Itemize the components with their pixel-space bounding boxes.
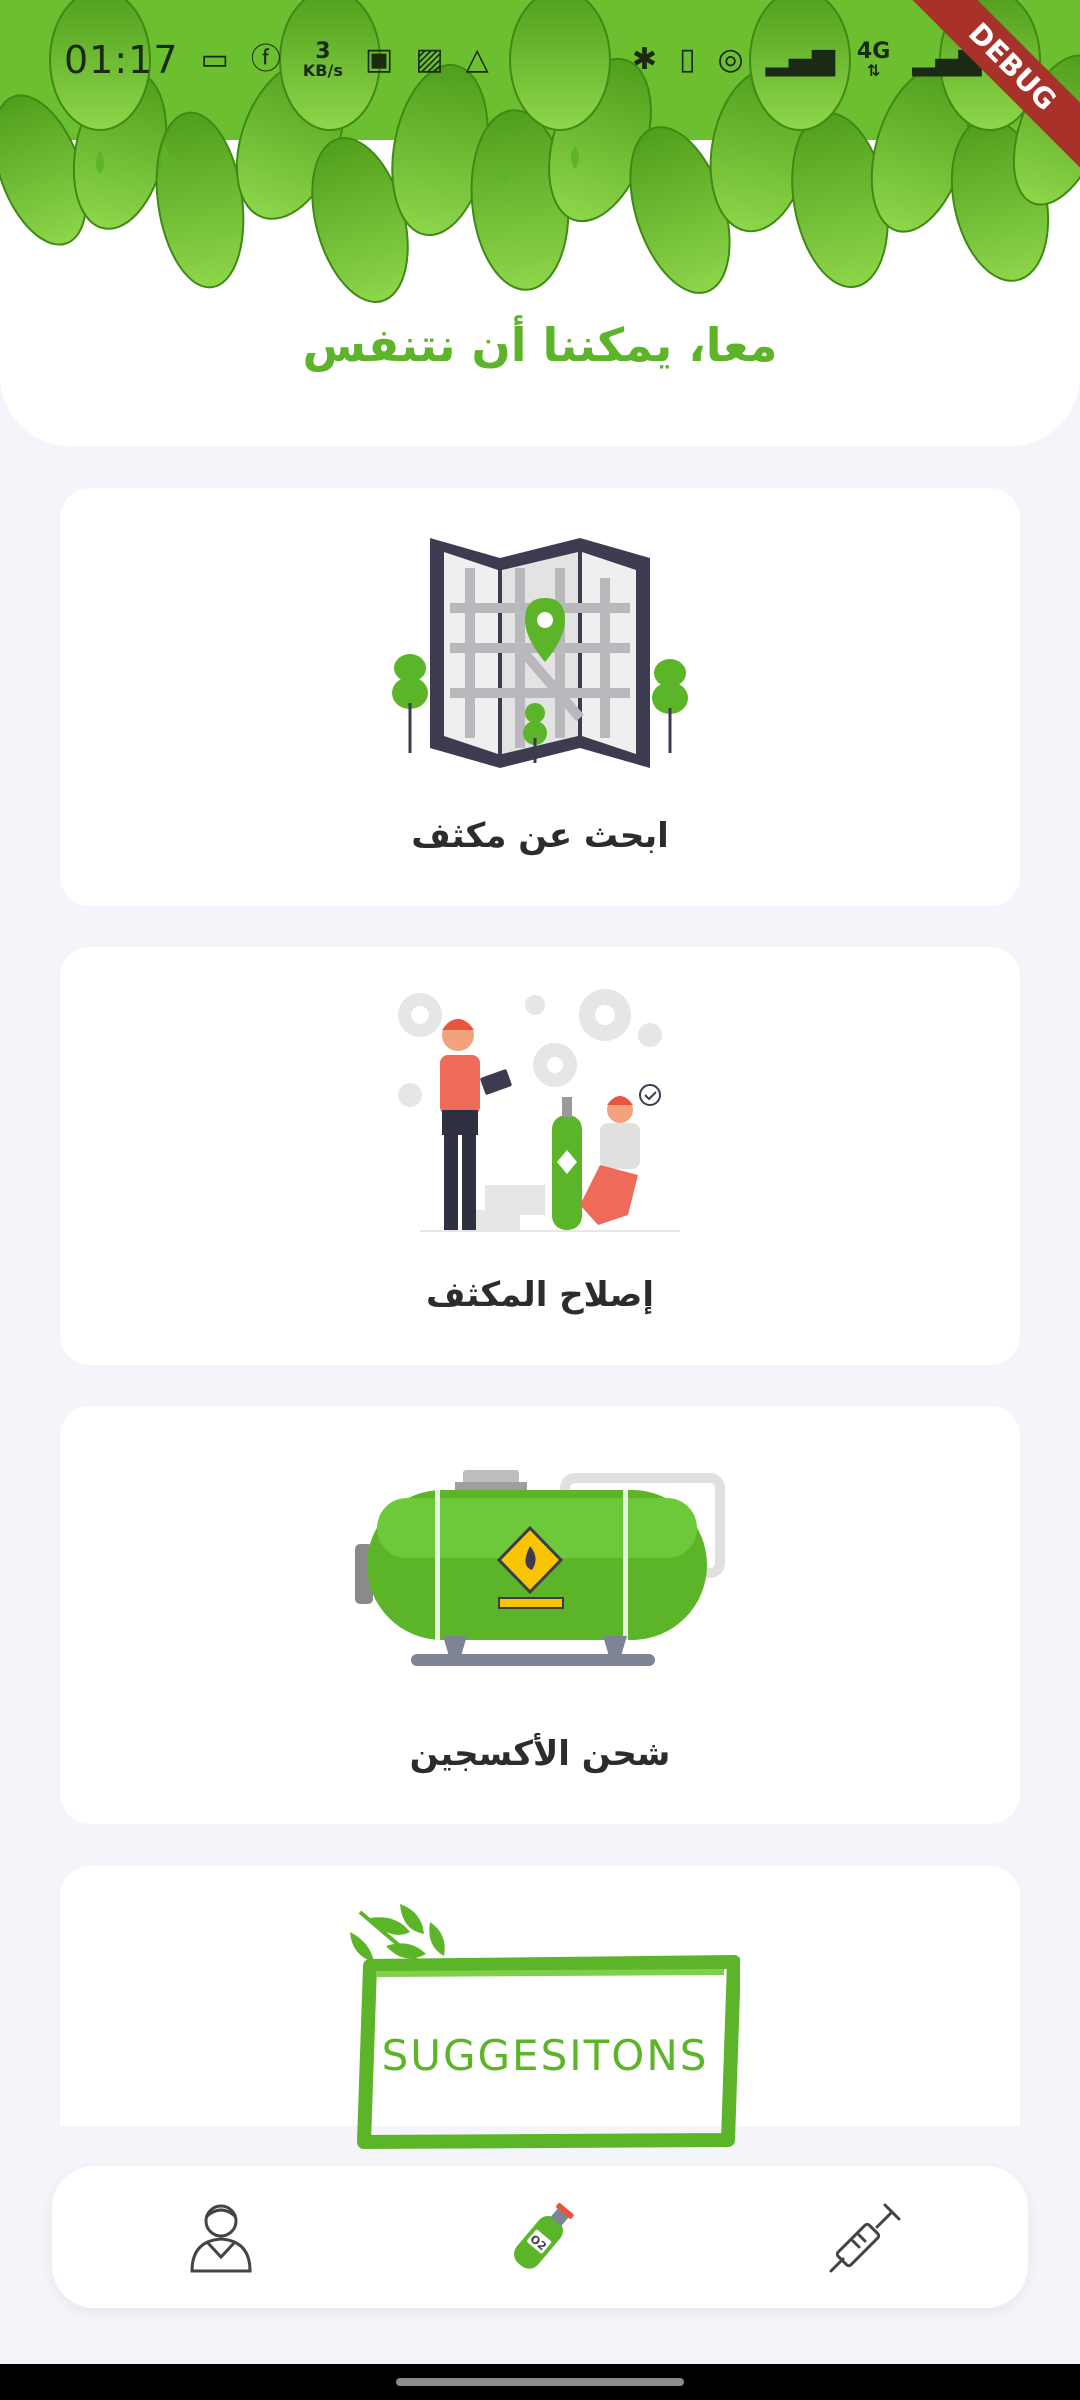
image-icon: ▨: [415, 42, 444, 77]
card-repair-concentrator[interactable]: إصلاح المكثف: [60, 947, 1020, 1365]
oxygen-tank-illustration: [355, 1470, 725, 1666]
app-root: 01:17 ▭ ⓕ 3 KB/s ▣ ▨ △ ✱ ▯ ◎ ▂▄▆ 4G ⇅ ▂▄…: [0, 0, 1080, 2400]
network-type: 4G ⇅: [857, 41, 890, 79]
drive-icon: △: [465, 42, 489, 77]
vibrate-icon: ▯: [678, 42, 696, 77]
repair-workers-illustration: [398, 989, 680, 1232]
card-suggestions[interactable]: SUGGESITONS: [60, 1866, 1020, 2149]
card-label-find: ابحث عن مكثف: [411, 816, 669, 856]
network-speed: 3 KB/s: [303, 41, 343, 79]
hotspot-icon: ◎: [717, 42, 744, 77]
map-pin-illustration: [392, 538, 688, 768]
suggestions-stamp: SUGGESITONS: [350, 1904, 740, 2149]
header: 01:17 ▭ ⓕ 3 KB/s ▣ ▨ △ ✱ ▯ ◎ ▂▄▆ 4G ⇅ ▂▄…: [0, 0, 1080, 446]
nav-profile-button[interactable]: [176, 2192, 266, 2282]
bottom-nav: O2: [52, 2166, 1028, 2308]
status-left: 01:17 ▭ ⓕ 3 KB/s ▣ ▨ △: [64, 38, 489, 82]
suggestions-text: SUGGESITONS: [382, 2031, 709, 2080]
status-bar: 01:17 ▭ ⓕ 3 KB/s ▣ ▨ △ ✱ ▯ ◎ ▂▄▆ 4G ⇅ ▂▄…: [0, 0, 1080, 120]
header-tagline: معا، يمكننا أن نتنفس: [302, 318, 778, 372]
card-label-oxygen: شحن الأكسجين: [409, 1734, 671, 1774]
network-speed-value: 3: [315, 39, 331, 64]
video-camera-icon: ▭: [200, 42, 229, 77]
facebook-icon: ⓕ: [250, 42, 281, 77]
network-type-label: 4G: [856, 39, 891, 64]
nav-oxygen-button[interactable]: O2: [498, 2192, 588, 2282]
app-notification-icon: ▣: [364, 42, 394, 77]
user-profile-icon: [190, 2204, 252, 2273]
bluetooth-icon: ✱: [631, 42, 657, 77]
status-time: 01:17: [64, 38, 179, 82]
card-label-repair: إصلاح المكثف: [425, 1275, 655, 1315]
home-gesture-handle[interactable]: [396, 2378, 684, 2386]
oxygen-bottle-icon: O2: [514, 2203, 574, 2269]
system-navigation-bar: [0, 2364, 1080, 2400]
network-speed-unit: KB/s: [302, 61, 343, 80]
data-arrows-icon: ⇅: [866, 61, 881, 80]
card-oxygen-charging[interactable]: شحن الأكسجين: [60, 1406, 1020, 1824]
nav-syringe-button[interactable]: [820, 2192, 910, 2282]
syringe-icon: [829, 2203, 901, 2273]
card-find-concentrator[interactable]: ابحث عن مكثف: [60, 488, 1020, 906]
signal-icon: ▂▄▆: [765, 42, 835, 77]
